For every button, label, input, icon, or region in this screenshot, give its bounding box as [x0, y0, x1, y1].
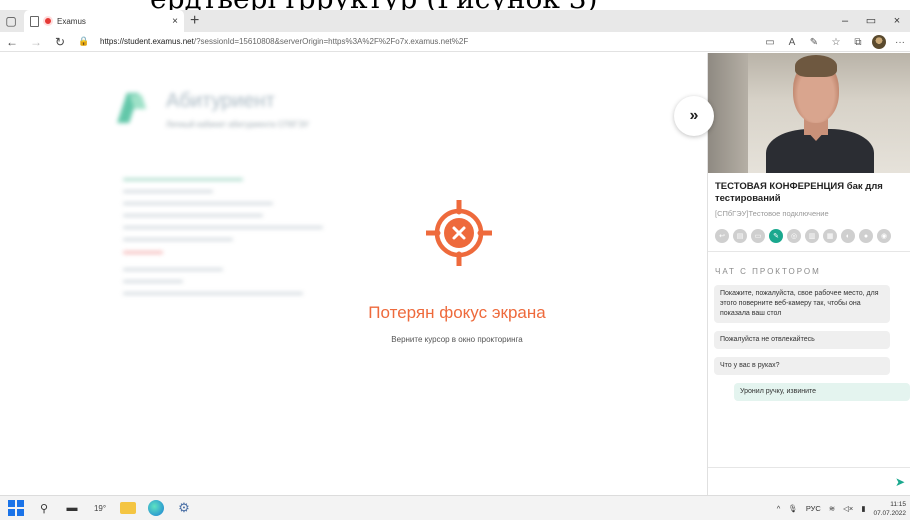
- chat-icon[interactable]: ●: [859, 229, 873, 243]
- task-view-icon[interactable]: ▬: [64, 500, 80, 516]
- focus-lost-title: Потерян фокус экрана: [368, 303, 546, 322]
- panel-toggle-button[interactable]: »: [674, 96, 714, 136]
- close-window-button[interactable]: ×: [884, 10, 910, 32]
- divider: [708, 251, 910, 252]
- windows-start-icon[interactable]: [8, 500, 24, 516]
- page-icon: [30, 15, 39, 27]
- lock-icon[interactable]: 🔒: [72, 36, 96, 47]
- browser-toolbar: ▭ A ✎ ☆ ⧉ ···: [762, 32, 908, 52]
- settings-icon[interactable]: ◎: [787, 229, 801, 243]
- maximize-button[interactable]: ▭: [858, 10, 884, 32]
- camera-icon[interactable]: ▭: [762, 37, 778, 48]
- book-icon[interactable]: ▤: [733, 229, 747, 243]
- url-field[interactable]: https://student.examus.net/?sessionId=15…: [100, 37, 520, 46]
- recording-icon: [43, 16, 53, 26]
- settings-gear-icon[interactable]: ⚙: [176, 500, 192, 516]
- browser-tab-bar: ▢ Examus × + – ▭ ×: [0, 10, 910, 32]
- chat-message: Что у вас в руках?: [714, 357, 890, 375]
- share-icon[interactable]: ↩: [715, 229, 729, 243]
- conference-title: ТЕСТОВАЯ КОНФЕРЕНЦИЯ бак для тестировани…: [715, 181, 883, 204]
- reload-icon[interactable]: ↻: [48, 35, 72, 49]
- webcam-video: [708, 53, 910, 173]
- conference-subtitle: [СПбГЭУ]Тестовое подключение: [715, 209, 829, 218]
- blurred-content-lines: [123, 178, 343, 304]
- search-icon[interactable]: ⚲: [36, 500, 52, 516]
- forward-icon[interactable]: →: [24, 35, 48, 49]
- window-controls: – ▭ ×: [832, 10, 910, 32]
- document-text-fragment: ердтвергтрруктур (Рисунок 3): [0, 0, 910, 10]
- collections-icon[interactable]: ⧉: [850, 37, 866, 48]
- taskbar: ⚲ ▬ 19° ⚙ ^ 🎙 РУС ≋ ◁× ▮ 11:15 07.07.202…: [0, 495, 910, 520]
- chat-messages: Покажите, пожалуйста, свое рабочее место…: [714, 285, 910, 409]
- tab-close-icon[interactable]: ×: [172, 16, 184, 27]
- main-content: Абитуриент Личный кабинет абитуриента СП…: [0, 53, 707, 495]
- focus-lost-subtitle: Верните курсор в окно прокторинга: [391, 335, 523, 344]
- media-icon[interactable]: ◐: [841, 229, 855, 243]
- more-icon[interactable]: ◉: [877, 229, 891, 243]
- address-bar: ← → ↻ 🔒 https://student.examus.net/?sess…: [0, 32, 910, 52]
- chat-message: Покажите, пожалуйста, свое рабочее место…: [714, 285, 890, 323]
- extensions-icon[interactable]: ✎: [806, 37, 822, 48]
- clock[interactable]: 11:15 07.07.2022: [873, 500, 906, 518]
- chat-input[interactable]: ➤: [708, 467, 910, 495]
- volume-icon[interactable]: ◁×: [843, 504, 853, 513]
- tab-actions-icon[interactable]: ▢: [0, 10, 22, 32]
- edit-icon[interactable]: ✎: [769, 229, 783, 243]
- favorites-icon[interactable]: ☆: [828, 37, 844, 48]
- minimize-button[interactable]: –: [832, 10, 858, 32]
- calculator-icon[interactable]: ▦: [823, 229, 837, 243]
- back-icon[interactable]: ←: [0, 35, 24, 49]
- read-aloud-icon[interactable]: A: [784, 37, 800, 48]
- target-icon: [426, 200, 492, 266]
- document-text: ердтвергтрруктур (Рисунок 3): [150, 0, 598, 10]
- more-menu-icon[interactable]: ···: [892, 37, 908, 48]
- weather-icon[interactable]: 19°: [92, 500, 108, 516]
- tab-title: Examus: [57, 16, 86, 26]
- new-tab-button[interactable]: +: [190, 12, 199, 30]
- chat-message: Пожалуйста не отвлекайтесь: [714, 331, 890, 349]
- browser-tab[interactable]: Examus ×: [24, 10, 184, 32]
- document-icon[interactable]: ▥: [805, 229, 819, 243]
- control-icons-row: ↩ ▤ ▭ ✎ ◎ ▥ ▦ ◐ ● ◉: [715, 229, 891, 243]
- edge-browser-icon[interactable]: [148, 500, 164, 516]
- microphone-icon[interactable]: 🎙: [788, 504, 798, 513]
- screen: { "top_crop_text": "ердтвергтрруктур (Ри…: [0, 0, 910, 520]
- system-tray: ^ 🎙 РУС ≋ ◁× ▮ 11:15 07.07.2022: [777, 496, 906, 520]
- proctor-panel: ТЕСТОВАЯ КОНФЕРЕНЦИЯ бак для тестировани…: [707, 53, 910, 495]
- screen-icon[interactable]: ▭: [751, 229, 765, 243]
- file-explorer-icon[interactable]: [120, 502, 136, 514]
- send-icon[interactable]: ➤: [895, 475, 905, 489]
- chat-header: ЧАТ С ПРОКТОРОМ: [715, 267, 821, 276]
- chat-message-own: Уронил ручку, извините: [734, 383, 910, 401]
- battery-icon[interactable]: ▮: [861, 504, 865, 513]
- logo-icon: [118, 93, 148, 123]
- profile-avatar[interactable]: [872, 35, 886, 49]
- background-page-subtitle: Личный кабинет абитуриента СПбГЭУ: [166, 120, 309, 129]
- language-indicator[interactable]: РУС: [806, 504, 821, 513]
- wifi-icon[interactable]: ≋: [829, 504, 835, 513]
- chevron-up-icon[interactable]: ^: [777, 504, 781, 513]
- background-page-title: Абитуриент: [166, 90, 275, 112]
